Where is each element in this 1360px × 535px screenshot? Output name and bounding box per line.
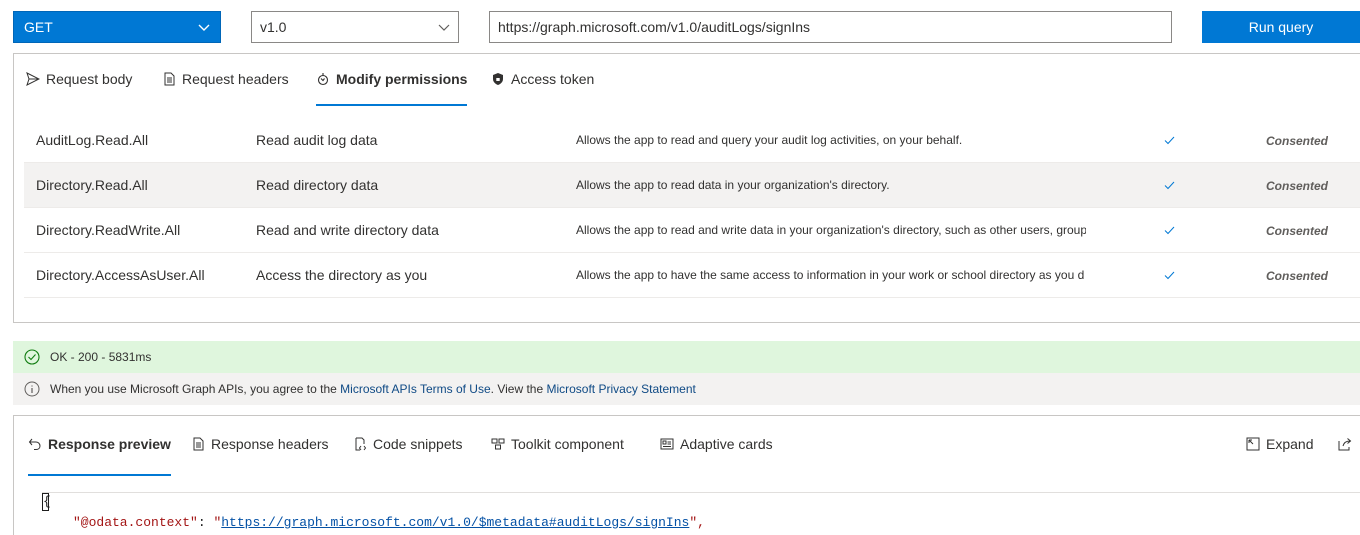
json-open-brace: {	[42, 493, 51, 511]
card-icon	[660, 437, 674, 451]
tab-label: Response preview	[48, 436, 171, 452]
tab-request-headers[interactable]: Request headers	[162, 54, 289, 104]
permission-name: Directory.Read.All	[36, 177, 148, 193]
notice-middle: . View the	[490, 382, 547, 396]
tab-label: Modify permissions	[336, 71, 468, 87]
permission-name: Directory.AccessAsUser.All	[36, 267, 205, 283]
table-row[interactable]: Directory.AccessAsUser.All Access the di…	[24, 253, 1360, 298]
permission-display-name: Read directory data	[256, 177, 379, 193]
terms-of-use-link[interactable]: Microsoft APIs Terms of Use	[340, 382, 491, 396]
http-method-value: GET	[24, 19, 53, 35]
chevron-down-icon	[198, 19, 210, 35]
tab-access-token[interactable]: Access token	[491, 54, 594, 104]
consent-status: Consented	[1266, 179, 1329, 193]
permission-description: Allows the app to read data in your orga…	[576, 178, 890, 192]
permission-display-name: Read and write directory data	[256, 222, 439, 238]
tab-label: Toolkit component	[511, 436, 624, 452]
json-key: "@odata.context"	[73, 515, 198, 530]
tab-code-snippets[interactable]: Code snippets	[353, 416, 463, 472]
consent-status: Consented	[1266, 269, 1329, 283]
json-separator: :	[197, 515, 214, 530]
checkmark-icon	[1164, 118, 1184, 163]
undo-icon	[28, 437, 42, 451]
permissions-table: AuditLog.Read.All Read audit log data Al…	[24, 118, 1360, 298]
key-icon	[316, 72, 330, 86]
info-icon	[24, 381, 40, 397]
permission-name: Directory.ReadWrite.All	[36, 222, 181, 238]
permission-display-name: Read audit log data	[256, 132, 378, 148]
share-icon	[1338, 437, 1352, 451]
tab-label: Request headers	[182, 71, 289, 87]
tab-response-preview[interactable]: Response preview	[28, 416, 171, 476]
status-text: OK - 200 - 5831ms	[50, 350, 152, 364]
tab-label: Code snippets	[373, 436, 463, 452]
permission-description: Allows the app to have the same access t…	[576, 268, 1085, 282]
toolkit-icon	[491, 437, 505, 451]
response-panel: Response preview Response headers Code s…	[13, 415, 1360, 535]
tab-label: Access token	[511, 71, 595, 87]
send-icon	[26, 72, 40, 86]
permission-display-name: Access the directory as you	[256, 267, 428, 283]
expand-button[interactable]: Expand	[1246, 416, 1313, 472]
code-line: {	[42, 493, 1360, 513]
code-line: "@odata.context": "https://graph.microso…	[42, 513, 1360, 533]
table-row[interactable]: Directory.Read.All Read directory data A…	[24, 163, 1360, 208]
tab-request-body[interactable]: Request body	[26, 54, 132, 104]
document-icon	[191, 437, 205, 451]
tab-label: Response headers	[211, 436, 329, 452]
table-row[interactable]: AuditLog.Read.All Read audit log data Al…	[24, 118, 1360, 163]
checkmark-icon	[1164, 163, 1184, 208]
permission-description: Allows the app to read and query your au…	[576, 133, 963, 147]
response-status-bar: OK - 200 - 5831ms	[13, 341, 1360, 373]
request-panel: Request body Request headers Modify perm…	[13, 53, 1360, 323]
run-query-button[interactable]: Run query	[1202, 11, 1360, 43]
document-icon	[162, 72, 176, 86]
share-button[interactable]	[1338, 416, 1358, 472]
checkmark-icon	[1164, 253, 1184, 298]
http-method-dropdown[interactable]: GET	[13, 11, 221, 43]
tab-label: Adaptive cards	[680, 436, 773, 452]
tab-response-headers[interactable]: Response headers	[191, 416, 329, 472]
request-url-input[interactable]	[489, 11, 1172, 43]
privacy-statement-link[interactable]: Microsoft Privacy Statement	[546, 382, 695, 396]
expand-icon	[1246, 437, 1260, 451]
terms-notice-bar: When you use Microsoft Graph APIs, you a…	[13, 373, 1360, 405]
tab-label: Request body	[46, 71, 133, 87]
code-icon	[353, 437, 367, 451]
chevron-down-icon	[438, 19, 450, 35]
consent-status: Consented	[1266, 224, 1329, 238]
tab-modify-permissions[interactable]: Modify permissions	[316, 54, 468, 106]
version-dropdown[interactable]: v1.0	[251, 11, 459, 43]
json-tail: ",	[689, 515, 705, 530]
checkmark-icon	[1164, 208, 1184, 253]
expand-label: Expand	[1266, 436, 1314, 452]
tab-toolkit-component[interactable]: Toolkit component	[491, 416, 624, 472]
tab-adaptive-cards[interactable]: Adaptive cards	[660, 416, 773, 472]
permission-description: Allows the app to read and write data in…	[576, 223, 1086, 237]
table-row[interactable]: Directory.ReadWrite.All Read and write d…	[24, 208, 1360, 253]
response-json-viewer[interactable]: { "@odata.context": "https://graph.micro…	[42, 492, 1360, 535]
permission-name: AuditLog.Read.All	[36, 132, 149, 148]
check-circle-icon	[24, 349, 40, 365]
version-value: v1.0	[260, 19, 287, 35]
json-url-value[interactable]: https://graph.microsoft.com/v1.0/$metada…	[221, 515, 689, 530]
consent-status: Consented	[1266, 134, 1329, 148]
shield-icon	[491, 72, 505, 86]
notice-prefix: When you use Microsoft Graph APIs, you a…	[50, 382, 341, 396]
